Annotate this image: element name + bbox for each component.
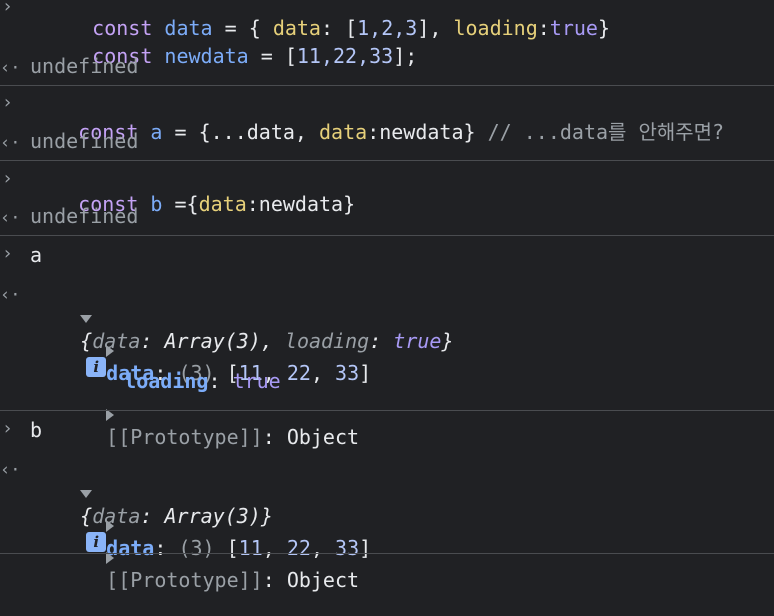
chevron-right-icon: › (2, 92, 13, 113)
return-arrow-icon: ‹· (0, 208, 21, 228)
chevron-right-icon: › (2, 418, 13, 439)
divider (0, 410, 774, 411)
chevron-right-icon: › (2, 168, 13, 189)
divider (0, 85, 774, 86)
undefined-text: undefined (30, 54, 139, 78)
divider (0, 235, 774, 236)
divider (0, 553, 774, 554)
undefined-text: undefined (30, 204, 139, 228)
code-line: b (30, 418, 43, 442)
return-arrow-icon: ‹· (0, 460, 21, 480)
chevron-right-icon: › (2, 0, 13, 17)
return-arrow-icon: ‹· (0, 133, 21, 153)
divider (0, 160, 774, 161)
return-arrow-icon: ‹· (0, 285, 21, 305)
undefined-text: undefined (30, 129, 139, 153)
code-line: a (30, 243, 43, 267)
chevron-right-icon: › (2, 243, 13, 264)
return-arrow-icon: ‹· (0, 58, 21, 78)
